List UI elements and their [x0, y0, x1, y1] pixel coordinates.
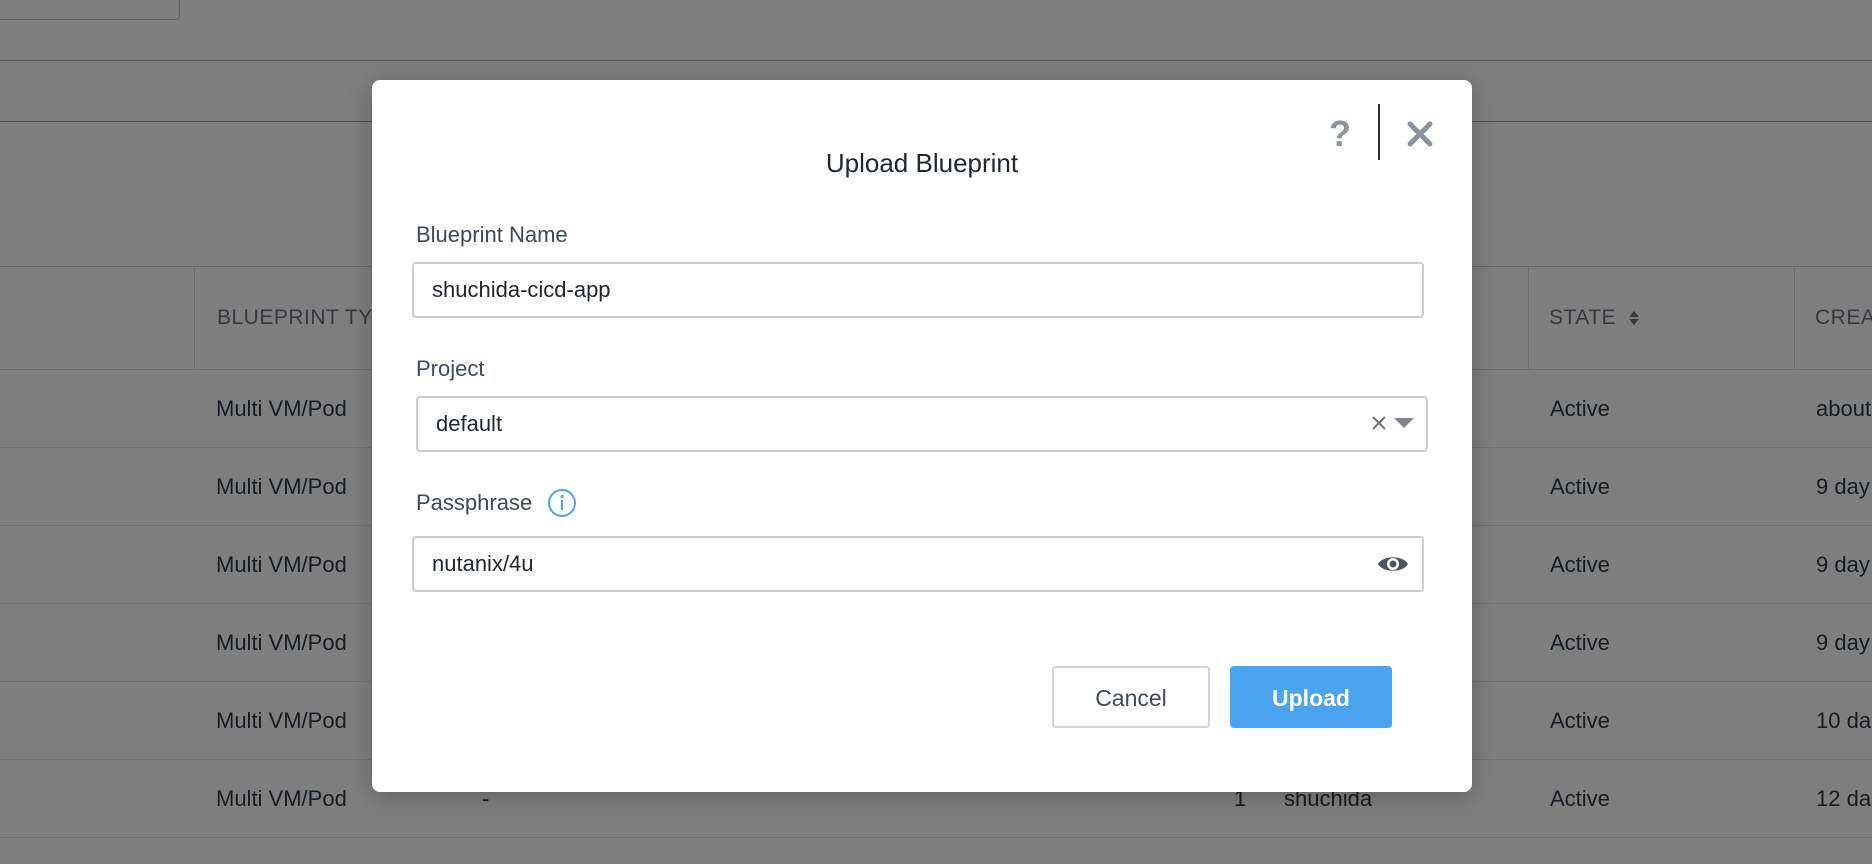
cancel-button[interactable]: Cancel [1052, 666, 1210, 728]
passphrase-value: nutanix/4u [432, 551, 534, 576]
blueprint-name-value: shuchida-cicd-app [432, 277, 611, 302]
upload-button[interactable]: Upload [1230, 666, 1392, 728]
upload-blueprint-dialog: ? Upload Blueprint Blueprint Name shuchi… [372, 80, 1472, 792]
project-value: default [436, 411, 503, 436]
eye-icon[interactable] [1376, 552, 1410, 576]
dialog-title: Upload Blueprint [825, 148, 1019, 178]
passphrase-input[interactable]: nutanix/4u [412, 536, 1424, 592]
clear-icon[interactable] [1370, 414, 1388, 432]
project-select[interactable]: default [416, 396, 1428, 452]
project-label: Project [416, 356, 485, 381]
chevron-down-icon[interactable] [1394, 418, 1414, 428]
info-icon[interactable] [547, 488, 577, 518]
blueprint-name-input[interactable]: shuchida-cicd-app [412, 262, 1424, 318]
blueprint-name-label: Blueprint Name [416, 222, 568, 247]
passphrase-label: Passphrase [416, 490, 533, 515]
